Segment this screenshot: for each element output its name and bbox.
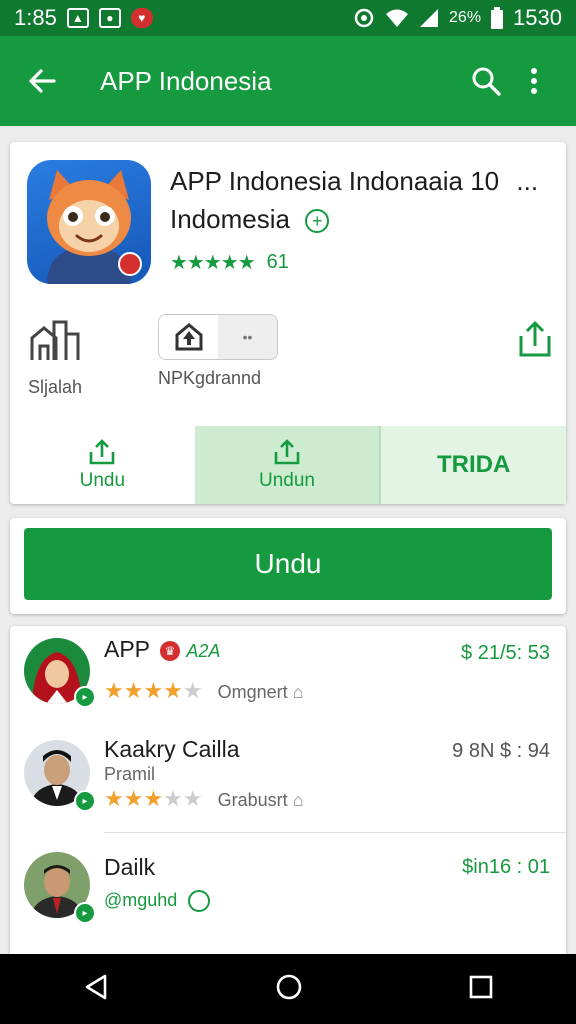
- item-rating-row: ★★★★★ Grabusrt ⌂: [104, 786, 304, 812]
- cartoon-mascot-icon: [47, 170, 142, 284]
- item-price: $ 21/5: 53: [461, 642, 550, 664]
- play-badge-icon: ▸: [74, 902, 96, 924]
- overflow-menu-button[interactable]: [510, 57, 558, 105]
- upload-icon: [274, 439, 300, 465]
- circle-home-icon: [276, 974, 302, 999]
- app-detail-card: APP Indonesia Indonaaia 10 ... Indomesia…: [10, 142, 567, 504]
- image-notification-icon: ▲: [66, 8, 89, 28]
- arrow-back-icon: [29, 69, 56, 93]
- item-tag: A2A: [186, 641, 221, 661]
- developer-label: Sljalah: [28, 377, 83, 397]
- item-meta: Omgnert: [217, 682, 288, 702]
- item-name-text: APP: [104, 636, 150, 662]
- item-meta: Grabusrt: [217, 790, 288, 810]
- battery-percent: 26%: [449, 9, 482, 26]
- verified-badge-icon: +: [305, 209, 330, 234]
- search-icon: [472, 67, 501, 96]
- rating-stars: ★★★★★: [104, 678, 203, 703]
- play-badge-icon: ▸: [74, 790, 96, 812]
- pin-icon: ⌂: [292, 790, 304, 810]
- item-subtitle-text: @mguhd: [104, 890, 178, 910]
- category-meta: •• NPKgdrannd: [158, 314, 338, 389]
- install-button[interactable]: Undu: [24, 528, 552, 600]
- action-download-alt[interactable]: Undun: [194, 426, 382, 504]
- app-notification-icon: ♥: [130, 8, 153, 28]
- upload-icon: [90, 439, 115, 465]
- square-recents-icon: [469, 975, 493, 998]
- action-trida[interactable]: TRIDA: [381, 426, 567, 504]
- category-segment-control[interactable]: ••: [158, 314, 278, 360]
- app-title-line1: APP Indonesia Indonaaia 10: [170, 166, 500, 196]
- battery-icon: [491, 7, 504, 29]
- app-title: APP Indonesia Indonaaia 10 ... Indomesia…: [170, 162, 560, 238]
- action-trida-label: TRIDA: [437, 451, 511, 478]
- home-segment[interactable]: [159, 315, 218, 359]
- item-name: Kaakry Cailla: [104, 736, 240, 762]
- sync-icon: [354, 8, 374, 28]
- signal-icon: [420, 9, 439, 27]
- status-bar: 1:85 ▲ ● ♥ 26% 1530: [0, 0, 576, 36]
- install-card: Undu: [10, 518, 566, 614]
- list-item[interactable]: ▸ Kaakry Cailla Pramil ★★★★★ Grabusrt ⌂ …: [10, 726, 566, 834]
- search-button[interactable]: [462, 57, 510, 105]
- app-bar-title: APP Indonesia: [100, 65, 272, 96]
- camera-notification-icon: ●: [98, 8, 121, 28]
- item-rating-row: ★★★★★ Omgnert ⌂: [104, 678, 304, 704]
- related-list: ▸ APP ♛ A2A ★★★★★ Omgnert ⌂ $ 21/5: 53 ▸…: [10, 626, 566, 966]
- triangle-back-icon: [85, 974, 107, 999]
- rating-stars: ★★★★★: [104, 786, 203, 811]
- app-rating: ★★★★★ 61: [170, 250, 289, 275]
- action-download-alt-label: Undun: [259, 470, 315, 491]
- nav-recents-button[interactable]: [469, 975, 493, 1004]
- home-upload-icon: [175, 323, 202, 351]
- more-vert-icon: [531, 68, 537, 94]
- pin-icon: ⌂: [292, 682, 304, 702]
- item-subtitle: Pramil: [104, 764, 156, 784]
- status-clock: 1530: [513, 5, 562, 30]
- item-name: APP ♛ A2A: [104, 636, 220, 663]
- crown-badge-icon: ♛: [160, 640, 180, 661]
- nav-back-button[interactable]: [83, 973, 109, 1006]
- action-row: Undu Undun TRIDA: [10, 426, 567, 504]
- building-icon: [30, 320, 80, 360]
- nav-home-button[interactable]: [275, 973, 303, 1006]
- list-item[interactable]: ▸ APP ♛ A2A ★★★★★ Omgnert ⌂ $ 21/5: 53: [10, 626, 566, 734]
- action-download-label: Undu: [79, 470, 126, 491]
- status-time: 1:85: [14, 5, 57, 30]
- rating-stars: ★★★★★: [170, 252, 256, 274]
- item-subtitle: @mguhd: [104, 890, 211, 913]
- back-button[interactable]: [18, 57, 66, 105]
- play-badge-icon: ▸: [74, 686, 96, 708]
- rating-count: 61: [266, 251, 289, 273]
- item-price: $in16 : 01: [462, 856, 550, 878]
- wifi-icon: [386, 9, 409, 27]
- app-bar: APP Indonesia: [0, 36, 576, 126]
- item-name: Dailk: [104, 854, 156, 880]
- developer-meta[interactable]: Sljalah: [28, 314, 108, 398]
- app-title-line2: Indomesia: [170, 204, 290, 234]
- app-icon[interactable]: [27, 160, 151, 284]
- system-nav-bar: [0, 954, 576, 1024]
- list-item[interactable]: ▸ Dailk @mguhd $in16 : 01: [10, 842, 566, 950]
- clock-icon: [188, 890, 211, 913]
- more-segment[interactable]: ••: [218, 315, 277, 359]
- app-title-more: ...: [516, 166, 539, 196]
- action-download[interactable]: Undu: [10, 426, 195, 504]
- divider: [104, 832, 566, 833]
- share-button[interactable]: [518, 320, 552, 363]
- share-icon: [519, 321, 551, 357]
- item-price: 9 8N $ : 94: [452, 740, 550, 762]
- category-label: NPKgdrannd: [158, 368, 262, 388]
- app-meta-row: Sljalah •• NPKgdrannd: [10, 314, 566, 406]
